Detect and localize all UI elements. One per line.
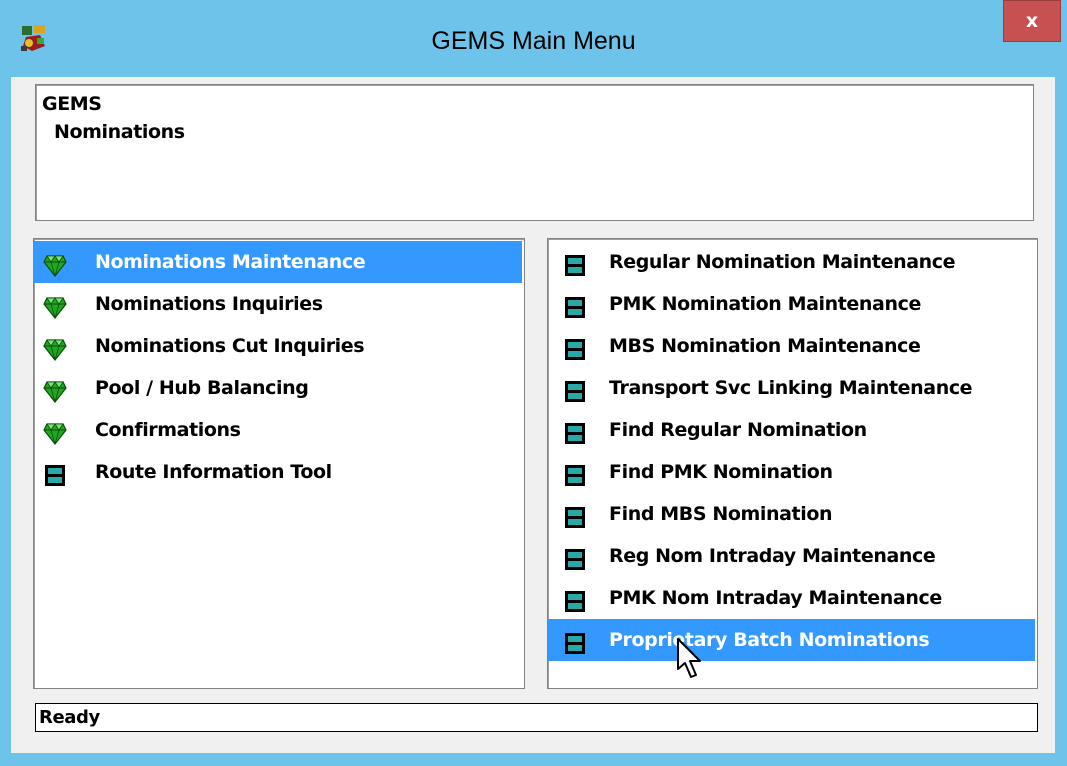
menu-item-label: Find MBS Nomination [609,503,833,525]
status-bar: Ready [35,703,1038,732]
right-menu-item[interactable]: PMK Nomination Maintenance [548,283,1035,325]
gem-icon [43,334,67,361]
right-menu-item[interactable]: PMK Nom Intraday Maintenance [548,577,1035,619]
program-window-icon [563,628,587,654]
program-window-icon [563,250,587,276]
window-title: GEMS Main Menu [431,27,636,55]
menu-item-label: MBS Nomination Maintenance [609,335,921,357]
program-window-icon [563,586,587,612]
menu-item-label: Nominations Cut Inquiries [95,335,365,357]
menu-item-label: PMK Nom Intraday Maintenance [609,587,942,609]
mouse-cursor-icon [677,638,701,678]
program-window-icon [43,460,67,486]
menu-item-label: Find PMK Nomination [609,461,833,483]
category-list[interactable]: Nominations Maintenance Nominations Inqui… [33,238,525,689]
program-window-icon [563,376,587,402]
breadcrumb-root: GEMS [42,93,102,115]
program-window-icon [563,334,587,360]
breadcrumb-panel: GEMS Nominations [35,84,1034,221]
menu-item-label: Confirmations [95,419,241,441]
right-menu-item[interactable]: MBS Nomination Maintenance [548,325,1035,367]
left-menu-item[interactable]: Nominations Maintenance [34,241,522,283]
gems-main-menu-window: GEMS Main Menu x GEMS Nominations Nomina… [0,0,1067,766]
left-menu-item[interactable]: Route Information Tool [34,451,522,493]
menu-item-label: PMK Nomination Maintenance [609,293,921,315]
right-menu-item[interactable]: Proprietary Batch Nominations [548,619,1035,661]
left-menu-item[interactable]: Nominations Cut Inquiries [34,325,522,367]
right-menu-item[interactable]: Find Regular Nomination [548,409,1035,451]
left-menu-item[interactable]: Confirmations [34,409,522,451]
gem-icon [43,250,67,277]
menu-item-label: Nominations Inquiries [95,293,323,315]
breadcrumb-current: Nominations [54,121,185,143]
menu-item-label: Regular Nomination Maintenance [609,251,956,273]
menu-item-label: Proprietary Batch Nominations [609,629,930,651]
gem-icon [43,292,67,319]
program-list[interactable]: Regular Nomination Maintenance PMK Nomina… [547,238,1038,689]
menu-item-label: Pool / Hub Balancing [95,377,309,399]
program-window-icon [563,502,587,528]
program-window-icon [563,418,587,444]
program-window-icon [563,544,587,570]
program-window-icon [563,460,587,486]
gem-icon [43,376,67,403]
gem-icon [43,418,67,445]
right-menu-item[interactable]: Regular Nomination Maintenance [548,241,1035,283]
right-menu-item[interactable]: Find MBS Nomination [548,493,1035,535]
menu-item-label: Find Regular Nomination [609,419,867,441]
close-button[interactable]: x [1003,0,1061,42]
right-menu-item[interactable]: Transport Svc Linking Maintenance [548,367,1035,409]
left-menu-item[interactable]: Pool / Hub Balancing [34,367,522,409]
menu-item-label: Transport Svc Linking Maintenance [609,377,973,399]
menu-item-label: Route Information Tool [95,461,332,483]
right-menu-item[interactable]: Find PMK Nomination [548,451,1035,493]
menu-item-label: Nominations Maintenance [95,251,366,273]
program-window-icon [563,292,587,318]
left-menu-item[interactable]: Nominations Inquiries [34,283,522,325]
client-area: GEMS Nominations Nominations Maintenance… [11,77,1055,753]
title-bar[interactable]: GEMS Main Menu x [0,0,1067,76]
menu-item-label: Reg Nom Intraday Maintenance [609,545,936,567]
right-menu-item[interactable]: Reg Nom Intraday Maintenance [548,535,1035,577]
